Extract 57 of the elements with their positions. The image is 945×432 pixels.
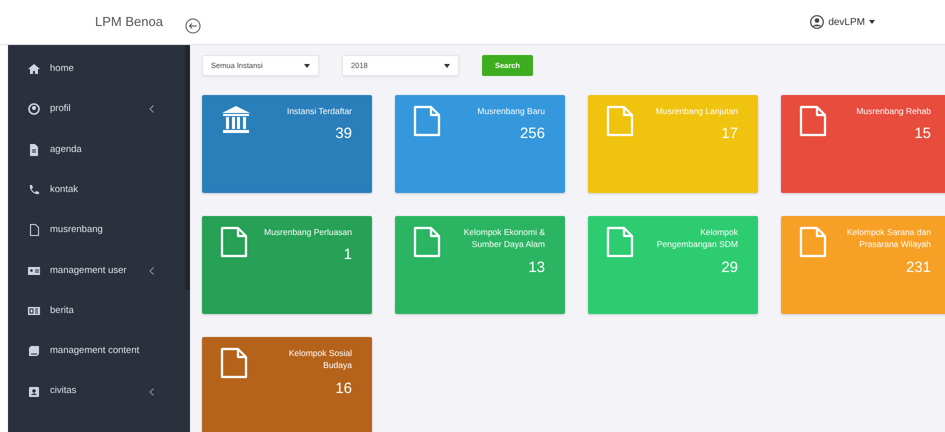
user-menu[interactable]: devLPM (810, 14, 875, 30)
file-icon (28, 224, 40, 236)
caret-icon (304, 64, 310, 68)
card-count: 17 (720, 124, 738, 144)
newspaper-icon (28, 304, 40, 317)
file-filled-icon (28, 144, 40, 156)
card-title: Musrenbang Lanjutan (654, 105, 738, 118)
sidebar-item[interactable]: kontak (8, 170, 184, 210)
card-count: 16 (334, 378, 352, 399)
chevron-left-icon (149, 388, 154, 396)
stat-card[interactable]: Instansi Terdaftar 39 (202, 95, 372, 193)
stat-card[interactable]: Kelompok Sosial Budaya 16 (202, 337, 372, 432)
sidebar-item[interactable]: agenda (8, 130, 184, 170)
document-icon (799, 226, 827, 258)
card-count: 231 (904, 258, 931, 278)
card-title: Musrenbang Baru (476, 105, 545, 118)
document-icon (413, 105, 441, 137)
chevron-left-icon (149, 266, 154, 275)
phone-icon (28, 184, 40, 196)
sidebar-item[interactable]: civitas (8, 371, 184, 412)
card-count: 1 (342, 245, 352, 266)
sidebar-item[interactable]: musrenbang (8, 210, 184, 250)
caret-icon (869, 20, 875, 24)
user-icon (28, 103, 40, 116)
stat-card[interactable]: Musrenbang Rehab 15 (781, 95, 945, 193)
card-title: Musrenbang Perluasan (263, 226, 352, 238)
document-icon (606, 105, 634, 137)
card-title: Musrenbang Rehab (855, 105, 931, 118)
card-title: Kelompok Sarana dan Prasarana Wilayah (846, 226, 931, 251)
document-icon (799, 105, 827, 137)
card-title: Kelompok Sosial Budaya (288, 347, 352, 372)
sidebar-item[interactable]: berita (8, 290, 184, 332)
card-count: 256 (518, 124, 545, 144)
home-icon (28, 63, 40, 76)
document-icon (606, 226, 634, 258)
sidebar-item[interactable]: home (8, 49, 184, 90)
brand-name: LPM Benoa (95, 13, 163, 32)
card-title: Kelompok Pengembangan SDM (656, 226, 738, 251)
card-count: 29 (720, 258, 738, 278)
scrollbar-thumb[interactable] (185, 45, 190, 290)
card-count: 39 (334, 124, 352, 144)
chevron-left-icon (149, 105, 154, 114)
card-title: Instansi Terdaftar (286, 105, 352, 118)
sidebar-item[interactable]: management content (8, 331, 184, 372)
id-card-icon (28, 264, 40, 277)
document-icon (220, 226, 248, 258)
sidebar-item[interactable]: profil (8, 89, 184, 130)
card-count: 13 (527, 258, 545, 278)
book-icon (28, 345, 40, 358)
user-avatar-icon (810, 15, 824, 29)
card-title: Kelompok Ekonomi & Sumber Daya Alam (462, 226, 545, 251)
sidebar-item[interactable]: management user (8, 250, 184, 291)
card-count: 15 (913, 124, 931, 144)
caret-icon (444, 64, 450, 68)
contact-icon (28, 386, 40, 398)
document-icon (413, 226, 441, 258)
document-icon (220, 347, 248, 379)
